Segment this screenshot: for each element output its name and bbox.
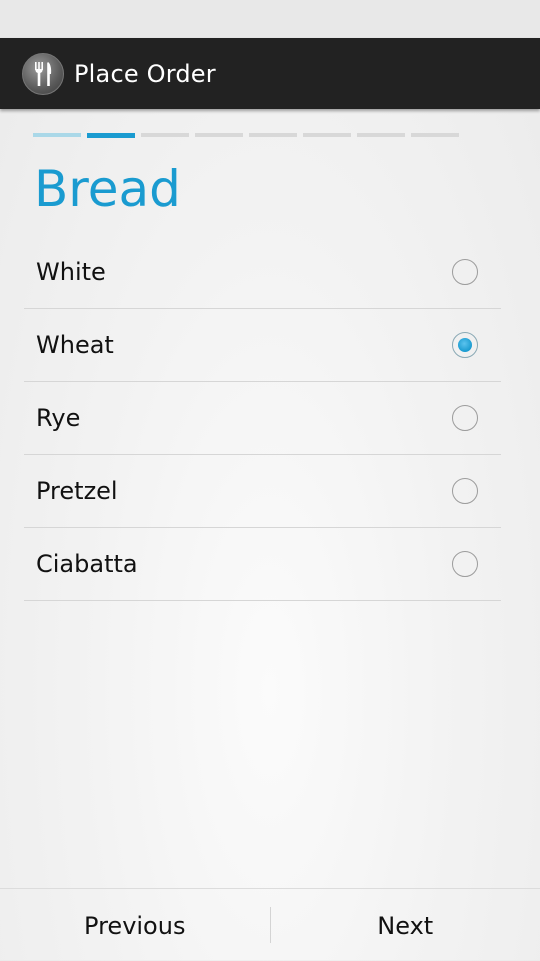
radio-button[interactable] [452, 478, 478, 504]
app-title: Place Order [74, 60, 216, 88]
radio-button[interactable] [452, 551, 478, 577]
bread-options-list: White Wheat Rye Pretzel Ciabatta [24, 236, 501, 601]
option-white[interactable]: White [24, 236, 501, 309]
status-bar [0, 0, 540, 38]
option-ciabatta[interactable]: Ciabatta [24, 528, 501, 601]
progress-step [411, 133, 459, 137]
option-pretzel[interactable]: Pretzel [24, 455, 501, 528]
option-label: Wheat [36, 331, 114, 359]
radio-button[interactable] [452, 332, 478, 358]
progress-step [141, 133, 189, 137]
fork-knife-icon[interactable] [22, 53, 64, 95]
next-button[interactable]: Next [271, 889, 540, 961]
option-label: Rye [36, 404, 80, 432]
option-label: White [36, 258, 106, 286]
section-title: Bread [34, 156, 181, 222]
progress-step [195, 133, 243, 137]
progress-step [33, 133, 81, 137]
bottom-nav-bar: Previous Next [0, 888, 540, 961]
progress-step [249, 133, 297, 137]
radio-button[interactable] [452, 405, 478, 431]
option-wheat[interactable]: Wheat [24, 309, 501, 382]
radio-button[interactable] [452, 259, 478, 285]
progress-step [303, 133, 351, 137]
step-progress-bar [33, 133, 463, 139]
action-bar: Place Order [0, 38, 540, 109]
option-label: Pretzel [36, 477, 118, 505]
progress-step [357, 133, 405, 137]
option-rye[interactable]: Rye [24, 382, 501, 455]
progress-step [87, 133, 135, 138]
previous-button[interactable]: Previous [0, 889, 270, 961]
option-label: Ciabatta [36, 550, 138, 578]
